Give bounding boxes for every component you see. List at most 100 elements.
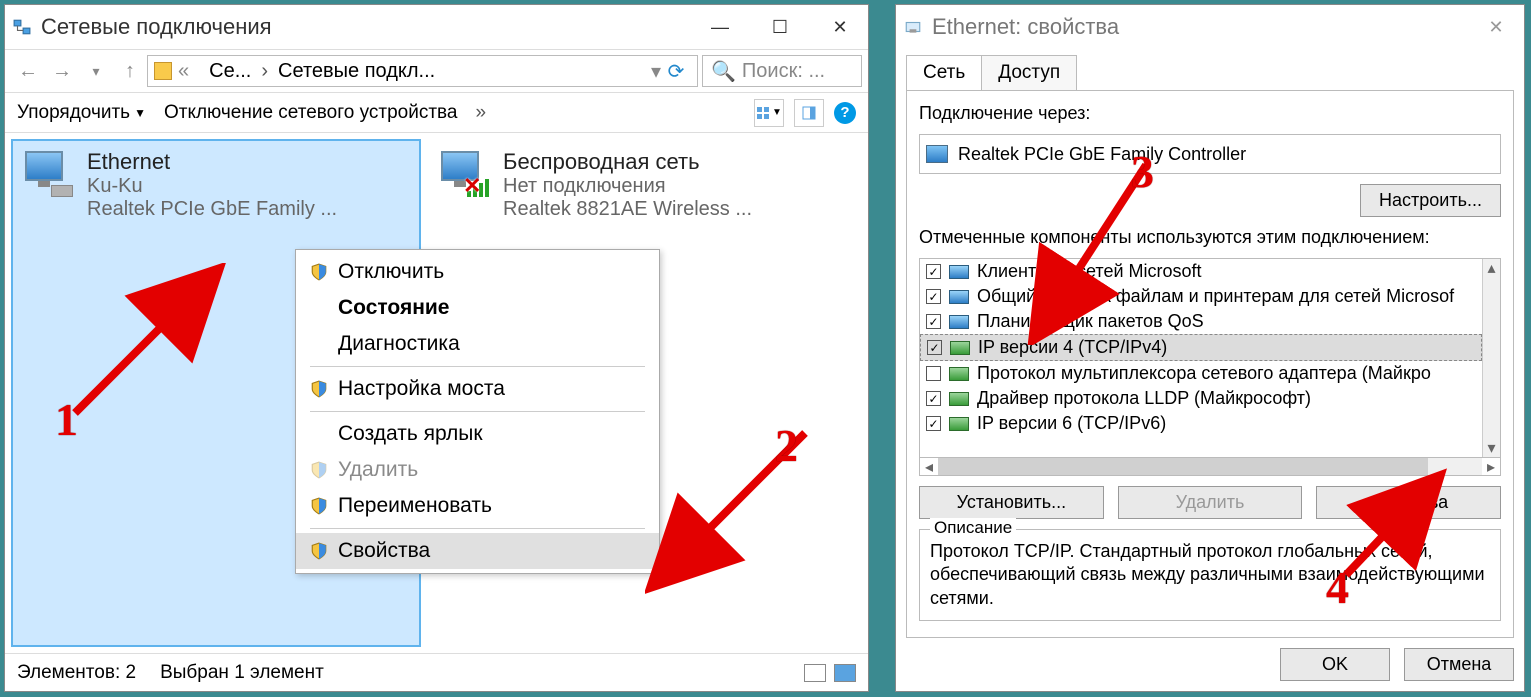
horizontal-scrollbar[interactable]: ◂ ▸ <box>919 458 1501 476</box>
titlebar[interactable]: Сетевые подключения — ☐ ✕ <box>5 5 868 49</box>
component-label: Драйвер протокола LLDP (Майкрософт) <box>977 388 1311 409</box>
toolbar: Упорядочить▼ Отключение сетевого устройс… <box>5 93 868 133</box>
menu-separator <box>310 366 645 367</box>
status-count: Элементов: 2 <box>17 662 136 684</box>
properties-button[interactable]: Свойства <box>1316 486 1501 519</box>
ctx-status[interactable]: Состояние <box>296 290 659 326</box>
component-checkbox[interactable] <box>926 264 941 279</box>
nic-icon <box>926 145 948 163</box>
ctx-shortcut[interactable]: Создать ярлык <box>296 416 659 452</box>
component-row[interactable]: Драйвер протокола LLDP (Майкрософт) <box>920 386 1482 411</box>
forward-button[interactable]: → <box>45 56 79 86</box>
status-selected: Выбран 1 элемент <box>160 662 324 684</box>
component-row[interactable]: IP версии 6 (TCP/IPv6) <box>920 411 1482 436</box>
view-large-icons[interactable] <box>834 664 856 682</box>
ctx-diagnostics[interactable]: Диагностика <box>296 326 659 362</box>
component-row[interactable]: Протокол мультиплексора сетевого адаптер… <box>920 361 1482 386</box>
component-label: Протокол мультиплексора сетевого адаптер… <box>977 363 1431 384</box>
components-list[interactable]: Клиент для сетей Microsoft Общий доступ к… <box>919 258 1501 458</box>
component-icon <box>949 367 969 381</box>
cancel-button[interactable]: Отмена <box>1404 648 1514 681</box>
description-group: Описание Протокол TCP/IP. Стандартный пр… <box>919 529 1501 621</box>
view-mode-icon[interactable]: ▼ <box>754 99 784 127</box>
adapter-device: Realtek 8821AE Wireless ... <box>503 198 752 221</box>
preview-pane-icon[interactable] <box>794 99 824 127</box>
breadcrumb[interactable]: « Се... › Сетевые подкл... ▾ ⟳ <box>147 55 698 87</box>
nic-icon <box>904 18 922 36</box>
adapter-status: Нет подключения <box>503 175 752 198</box>
tab-access[interactable]: Доступ <box>981 55 1077 90</box>
component-checkbox[interactable] <box>926 366 941 381</box>
close-button[interactable]: ✕ <box>820 13 860 41</box>
component-icon <box>949 392 969 406</box>
ctx-disable[interactable]: Отключить <box>296 254 659 290</box>
help-icon[interactable]: ? <box>834 102 856 124</box>
ctx-rename[interactable]: Переименовать <box>296 488 659 524</box>
connection-via-label: Подключение через: <box>919 103 1501 124</box>
component-label: Клиент для сетей Microsoft <box>977 261 1202 282</box>
component-icon <box>950 341 970 355</box>
close-button[interactable]: ✕ <box>1476 13 1516 41</box>
titlebar[interactable]: Ethernet: свойства ✕ <box>896 5 1524 49</box>
tabstrip: Сеть Доступ <box>896 49 1524 90</box>
refresh-icon[interactable]: ⟳ <box>661 59 691 84</box>
ctx-properties[interactable]: Свойства <box>296 533 659 569</box>
scroll-left-icon: ◂ <box>920 458 938 476</box>
maximize-button[interactable]: ☐ <box>760 13 800 41</box>
components-label: Отмеченные компоненты используются этим … <box>919 227 1501 248</box>
ethernet-properties-window: Ethernet: свойства ✕ Сеть Доступ Подключ… <box>895 4 1525 692</box>
ctx-bridge[interactable]: Настройка моста <box>296 371 659 407</box>
component-checkbox[interactable] <box>926 391 941 406</box>
ethernet-adapter-icon <box>23 149 77 197</box>
breadcrumb-item[interactable]: Сетевые подкл... <box>278 60 435 83</box>
network-icon <box>13 18 31 36</box>
shield-icon <box>310 263 328 281</box>
adapter-device: Realtek PCIe GbE Family ... <box>87 198 337 221</box>
component-checkbox[interactable] <box>926 416 941 431</box>
toolbar-disable-adapter[interactable]: Отключение сетевого устройства <box>164 102 458 124</box>
minimize-button[interactable]: — <box>700 13 740 41</box>
description-legend: Описание <box>930 518 1016 538</box>
shield-icon <box>310 461 328 479</box>
component-checkbox[interactable] <box>926 289 941 304</box>
component-row[interactable]: Клиент для сетей Microsoft <box>920 259 1482 284</box>
tab-network[interactable]: Сеть <box>906 55 982 90</box>
tab-panel-network: Подключение через: Realtek PCIe GbE Fami… <box>906 90 1514 638</box>
configure-button[interactable]: Настроить... <box>1360 184 1501 217</box>
adapter-name: Ethernet <box>87 149 337 175</box>
ok-button[interactable]: OK <box>1280 648 1390 681</box>
back-button[interactable]: ← <box>11 56 45 86</box>
component-label: IP версии 4 (TCP/IPv4) <box>978 337 1167 358</box>
menu-separator <box>310 528 645 529</box>
view-details-icon[interactable] <box>804 664 826 682</box>
search-input[interactable]: 🔍 Поиск: ... <box>702 55 862 87</box>
shield-icon <box>310 380 328 398</box>
adapter-name: Беспроводная сеть <box>503 149 752 175</box>
component-checkbox[interactable] <box>927 340 942 355</box>
component-icon <box>949 315 969 329</box>
component-row[interactable]: IP версии 4 (TCP/IPv4) <box>920 334 1482 361</box>
component-checkbox[interactable] <box>926 314 941 329</box>
window-title: Сетевые подключения <box>41 14 272 40</box>
breadcrumb-item[interactable]: Се... <box>209 60 251 83</box>
toolbar-sort[interactable]: Упорядочить▼ <box>17 102 146 124</box>
vertical-scrollbar[interactable]: ▴ ▾ <box>1482 259 1500 457</box>
shield-icon <box>310 542 328 560</box>
install-button[interactable]: Установить... <box>919 486 1104 519</box>
description-text: Протокол TCP/IP. Стандартный протокол гл… <box>930 540 1490 610</box>
scroll-down-icon: ▾ <box>1483 439 1500 457</box>
ctx-delete: Удалить <box>296 452 659 488</box>
recent-button[interactable]: ▾ <box>79 56 113 86</box>
adapter-list: Ethernet Ku-Ku Realtek PCIe GbE Family .… <box>5 133 868 653</box>
context-menu: Отключить Состояние Диагностика Настройк… <box>295 249 660 574</box>
navigation-bar: ← → ▾ ↑ « Се... › Сетевые подкл... ▾ ⟳ 🔍… <box>5 49 868 93</box>
component-label: IP версии 6 (TCP/IPv6) <box>977 413 1166 434</box>
toolbar-more[interactable]: » <box>476 102 487 124</box>
component-icon <box>949 417 969 431</box>
component-label: Общий доступ к файлам и принтерам для се… <box>977 286 1454 307</box>
component-row[interactable]: Планировщик пакетов QoS <box>920 309 1482 334</box>
shield-icon <box>310 497 328 515</box>
up-button[interactable]: ↑ <box>113 56 147 86</box>
component-row[interactable]: Общий доступ к файлам и принтерам для се… <box>920 284 1482 309</box>
component-icon <box>949 265 969 279</box>
